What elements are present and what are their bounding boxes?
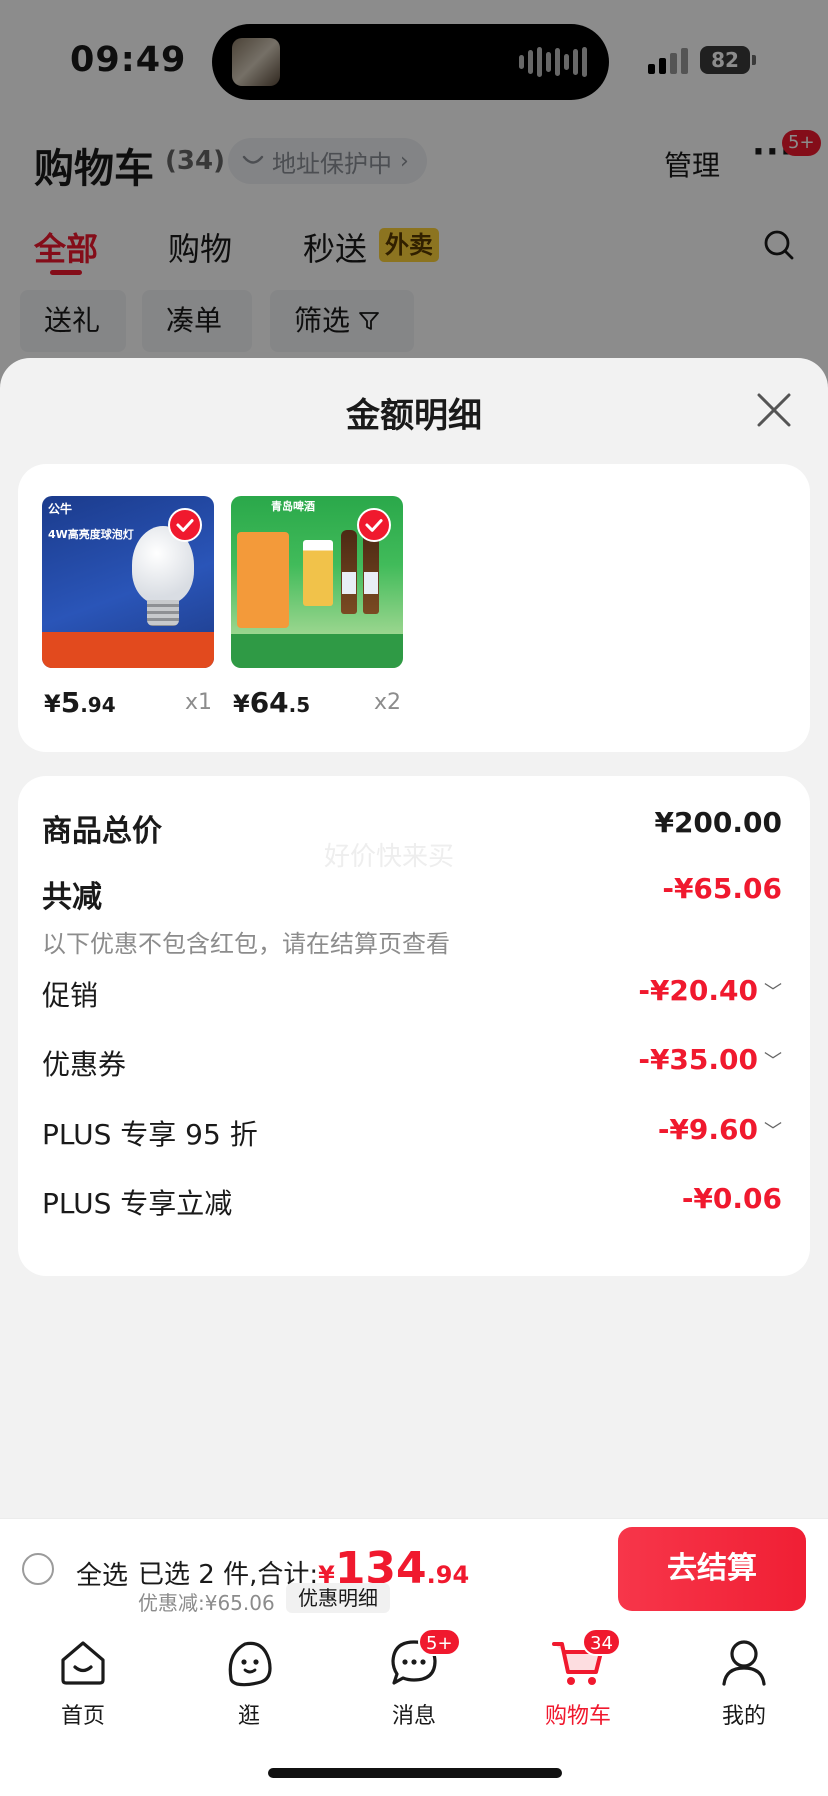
discount-value: -¥20.40 bbox=[638, 974, 758, 1007]
chevron-down-icon: ﹀ bbox=[764, 1051, 782, 1072]
subtotal-row: 商品总价 ¥200.00 bbox=[42, 802, 782, 852]
bottom-nav: 首页 逛 5+ 消息 34 购物车 我的 bbox=[0, 1622, 828, 1796]
select-all-label[interactable]: 全选 bbox=[76, 1555, 128, 1592]
close-icon[interactable] bbox=[754, 390, 794, 430]
nav-profile[interactable]: 我的 bbox=[684, 1634, 804, 1730]
sheet-title: 金额明细 bbox=[346, 396, 482, 436]
total-discount-row: 共减 -¥65.06 bbox=[42, 868, 782, 918]
checkout-button[interactable]: 去结算 bbox=[618, 1527, 806, 1611]
select-all-checkbox[interactable] bbox=[22, 1553, 54, 1585]
discount-label: PLUS 专享 95 折 bbox=[42, 1118, 258, 1151]
profile-icon bbox=[722, 1640, 766, 1686]
chevron-down-icon: ﹀ bbox=[764, 1121, 782, 1142]
total-discount-label: 共减 bbox=[42, 880, 102, 915]
discount-row-plus-instant: PLUS 专享立减 -¥0.06 bbox=[42, 1178, 782, 1228]
discount-value: -¥9.60 bbox=[657, 1113, 758, 1146]
home-icon bbox=[61, 1641, 105, 1685]
promo-strip bbox=[42, 632, 214, 668]
product-brand: 公牛 bbox=[48, 502, 73, 516]
product-quantity: x1 bbox=[184, 690, 212, 715]
nav-messages[interactable]: 5+ 消息 bbox=[354, 1628, 474, 1730]
discount-value: -¥0.06 bbox=[681, 1182, 782, 1215]
nav-label: 逛 bbox=[237, 1704, 260, 1729]
product-price: ¥64.5 bbox=[233, 686, 311, 719]
product-price-row: ¥64.5 x2 bbox=[231, 682, 403, 732]
discount-row-promotion[interactable]: 促销 -¥20.40 ﹀ bbox=[42, 970, 782, 1020]
promo-panel-graphic bbox=[237, 532, 289, 628]
discount-value: -¥35.00 bbox=[638, 1043, 758, 1076]
discount-row-plus-95[interactable]: PLUS 专享 95 折 -¥9.60 ﹀ bbox=[42, 1109, 782, 1159]
subtotal-label: 商品总价 bbox=[42, 814, 162, 849]
beer-bottle-graphic bbox=[363, 530, 379, 614]
discount-label: PLUS 专享立减 bbox=[42, 1187, 233, 1220]
message-badge: 5+ bbox=[418, 1628, 461, 1656]
product-price: ¥5.94 bbox=[44, 686, 116, 719]
subtotal-value: ¥200.00 bbox=[654, 806, 782, 839]
nav-label: 消息 bbox=[391, 1704, 436, 1729]
beer-glass-graphic bbox=[303, 540, 333, 606]
discount-row-coupon[interactable]: 优惠券 -¥35.00 ﹀ bbox=[42, 1039, 782, 1089]
discount-label: 优惠券 bbox=[42, 1048, 127, 1081]
product-brand: 青岛啤酒 bbox=[271, 500, 315, 513]
beer-bottle-graphic bbox=[341, 530, 357, 614]
chevron-down-icon: ﹀ bbox=[764, 982, 782, 1003]
product-price-row: ¥5.94 x1 bbox=[42, 682, 214, 732]
browse-icon bbox=[228, 1641, 272, 1687]
nav-browse[interactable]: 逛 bbox=[189, 1634, 309, 1730]
checkmark-icon bbox=[168, 508, 202, 542]
promo-strip bbox=[231, 634, 403, 668]
product-name: 4W高亮度球泡灯 bbox=[48, 528, 134, 541]
nav-cart[interactable]: 34 购物车 bbox=[518, 1628, 638, 1730]
discount-note: 以下优惠不包含红包，请在结算页查看 bbox=[42, 930, 450, 958]
nav-label: 首页 bbox=[60, 1704, 105, 1729]
modal-backdrop[interactable] bbox=[0, 0, 828, 400]
discount-summary: 优惠减:¥65.06 bbox=[138, 1591, 275, 1615]
product-item[interactable]: 青岛啤酒 ¥64.5 x2 bbox=[231, 496, 403, 732]
product-item[interactable]: 公牛 4W高亮度球泡灯 ¥5.94 x1 bbox=[42, 496, 214, 732]
bulb-base-graphic bbox=[147, 600, 179, 626]
home-indicator[interactable] bbox=[268, 1768, 562, 1778]
nav-label: 我的 bbox=[721, 1704, 766, 1729]
nav-home[interactable]: 首页 bbox=[23, 1634, 143, 1730]
checkout-bar: 全选 已选 2 件,合计:¥134.94 优惠减:¥65.06 优惠明细 去结算 bbox=[0, 1518, 828, 1622]
product-image: 公牛 4W高亮度球泡灯 bbox=[42, 496, 214, 668]
discount-label: 促销 bbox=[42, 979, 99, 1012]
nav-label: 购物车 bbox=[544, 1704, 611, 1729]
product-image: 青岛啤酒 bbox=[231, 496, 403, 668]
total-discount-value: -¥65.06 bbox=[662, 872, 782, 905]
checkmark-icon bbox=[357, 508, 391, 542]
price-breakdown-card: 好价快来买 商品总价 ¥200.00 共减 -¥65.06 以下优惠不包含红包，… bbox=[18, 776, 810, 1276]
selected-products-card: 公牛 4W高亮度球泡灯 ¥5.94 x1 青岛啤酒 ¥64.5 x2 bbox=[18, 464, 810, 752]
cart-badge: 34 bbox=[582, 1628, 621, 1656]
product-quantity: x2 bbox=[373, 690, 401, 715]
amount-detail-sheet: 金额明细 公牛 4W高亮度球泡灯 ¥5.94 x1 青岛啤酒 ¥64.5 x2 … bbox=[0, 358, 828, 1518]
discount-detail-link[interactable]: 优惠明细 bbox=[286, 1583, 390, 1613]
